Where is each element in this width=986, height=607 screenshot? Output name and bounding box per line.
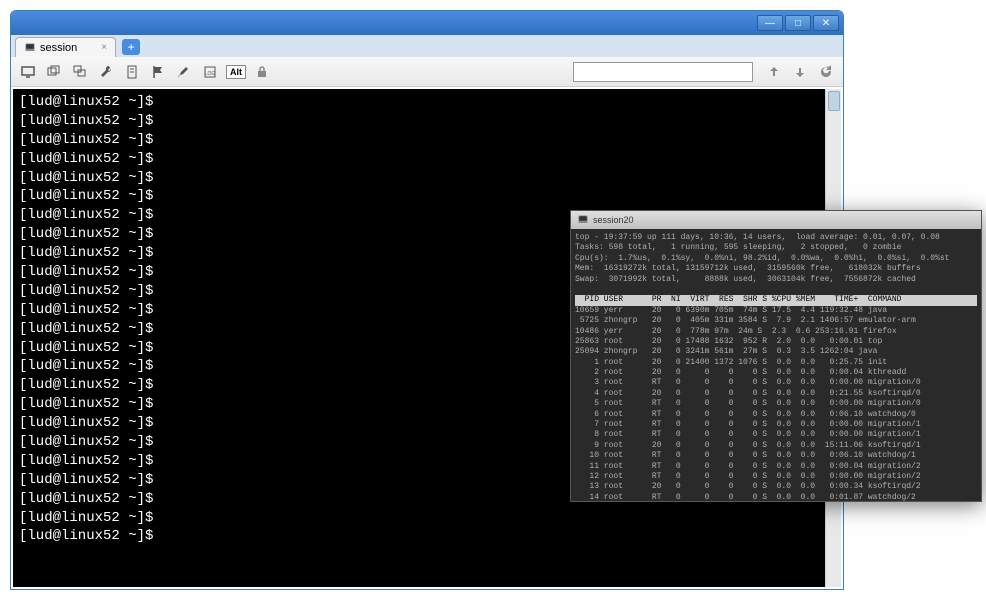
- process-row: 6 root RT 0 0 0 0 S 0.0 0.0 0:06.10 watc…: [575, 410, 977, 420]
- process-row: 2 root 20 0 0 0 0 S 0.0 0.0 0:00.04 kthr…: [575, 368, 977, 378]
- minimize-button[interactable]: —: [757, 15, 783, 31]
- cascade-icon[interactable]: [69, 61, 91, 83]
- process-row: 4 root 20 0 0 0 0 S 0.0 0.0 0:21.55 ksof…: [575, 389, 977, 399]
- titlebar[interactable]: — □ ✕: [11, 11, 843, 35]
- wrench-icon[interactable]: [95, 61, 117, 83]
- prompt-line: [lud@linux52 ~]$: [19, 131, 819, 150]
- process-row: 11 root RT 0 0 0 0 S 0.0 0.0 0:00.04 mig…: [575, 462, 977, 472]
- process-row: 10 root RT 0 0 0 0 S 0.0 0.0 0:06.10 wat…: [575, 451, 977, 461]
- prompt-line: [lud@linux52 ~]$: [19, 187, 819, 206]
- log-icon[interactable]: LOG: [199, 61, 221, 83]
- session-icon: [24, 42, 36, 54]
- process-row: 14 root RT 0 0 0 0 S 0.0 0.0 0:01.87 wat…: [575, 493, 977, 501]
- overlay-terminal[interactable]: top - 19:37:59 up 111 days, 10:36, 14 us…: [571, 229, 981, 501]
- process-row: 10486 yerr 20 0 778m 97m 24m S 2.3 0.6 2…: [575, 327, 977, 337]
- top-summary-line: top - 19:37:59 up 111 days, 10:36, 14 us…: [575, 233, 977, 243]
- alt-key-icon[interactable]: Alt: [225, 61, 247, 83]
- flag-icon[interactable]: [147, 61, 169, 83]
- upload-icon[interactable]: [763, 61, 785, 83]
- process-row: 7 root RT 0 0 0 0 S 0.0 0.0 0:00.00 migr…: [575, 420, 977, 430]
- overlay-titlebar[interactable]: session20: [571, 211, 981, 229]
- process-row: 25863 root 20 0 17488 1632 952 R 2.0 0.0…: [575, 337, 977, 347]
- brush-icon[interactable]: [173, 61, 195, 83]
- document-icon[interactable]: [121, 61, 143, 83]
- session-icon: [577, 214, 589, 226]
- prompt-line: [lud@linux52 ~]$: [19, 527, 819, 546]
- overlay-window[interactable]: session20 top - 19:37:59 up 111 days, 10…: [570, 210, 982, 502]
- download-icon[interactable]: [789, 61, 811, 83]
- process-row: 13 root 20 0 0 0 0 S 0.0 0.0 0:00.34 kso…: [575, 482, 977, 492]
- tab-session[interactable]: session ×: [15, 37, 116, 57]
- top-summary-line: Tasks: 598 total, 1 running, 595 sleepin…: [575, 243, 977, 253]
- tab-bar: session × +: [11, 35, 843, 57]
- top-summary-line: Mem: 16319272k total, 13159712k used, 31…: [575, 264, 977, 274]
- process-row: 3 root RT 0 0 0 0 S 0.0 0.0 0:00.00 migr…: [575, 378, 977, 388]
- prompt-line: [lud@linux52 ~]$: [19, 509, 819, 528]
- process-row: 10659 yerr 20 0 6390m 705m 74m S 17.5 4.…: [575, 306, 977, 316]
- refresh-icon[interactable]: [815, 61, 837, 83]
- prompt-line: [lud@linux52 ~]$: [19, 93, 819, 112]
- process-row: 5725 zhongrp 20 0 405m 331m 3584 S 7.9 2…: [575, 316, 977, 326]
- overlay-title: session20: [593, 215, 634, 225]
- lock-icon[interactable]: [251, 61, 273, 83]
- tab-label: session: [40, 42, 77, 54]
- top-summary-line: Swap: 3071992k total, 8888k used, 306310…: [575, 275, 977, 285]
- monitor-icon[interactable]: [17, 61, 39, 83]
- process-row: 12 root RT 0 0 0 0 S 0.0 0.0 0:00.00 mig…: [575, 472, 977, 482]
- search-input[interactable]: [573, 62, 753, 82]
- windows-icon[interactable]: [43, 61, 65, 83]
- tab-close-icon[interactable]: ×: [101, 42, 107, 53]
- toolbar: LOG Alt: [11, 57, 843, 87]
- process-row: 25094 zhongrp 20 0 3241m 561m 27m S 0.3 …: [575, 347, 977, 357]
- svg-text:LOG: LOG: [205, 71, 216, 77]
- process-row: 5 root RT 0 0 0 0 S 0.0 0.0 0:00.00 migr…: [575, 399, 977, 409]
- process-row: 1 root 20 0 21400 1372 1076 S 0.0 0.0 0:…: [575, 358, 977, 368]
- prompt-line: [lud@linux52 ~]$: [19, 150, 819, 169]
- maximize-button[interactable]: □: [785, 15, 811, 31]
- scroll-thumb[interactable]: [828, 91, 840, 111]
- prompt-line: [lud@linux52 ~]$: [19, 169, 819, 188]
- prompt-line: [lud@linux52 ~]$: [19, 112, 819, 131]
- process-row: 9 root 20 0 0 0 0 S 0.0 0.0 15:11.06 kso…: [575, 441, 977, 451]
- close-button[interactable]: ✕: [813, 15, 839, 31]
- top-header-row: PID USER PR NI VIRT RES SHR S %CPU %MEM …: [575, 295, 977, 305]
- top-summary-line: Cpu(s): 1.7%us, 0.1%sy, 0.0%ni, 98.2%id,…: [575, 254, 977, 264]
- process-row: 8 root RT 0 0 0 0 S 0.0 0.0 0:00.00 migr…: [575, 430, 977, 440]
- add-tab-button[interactable]: +: [122, 39, 140, 55]
